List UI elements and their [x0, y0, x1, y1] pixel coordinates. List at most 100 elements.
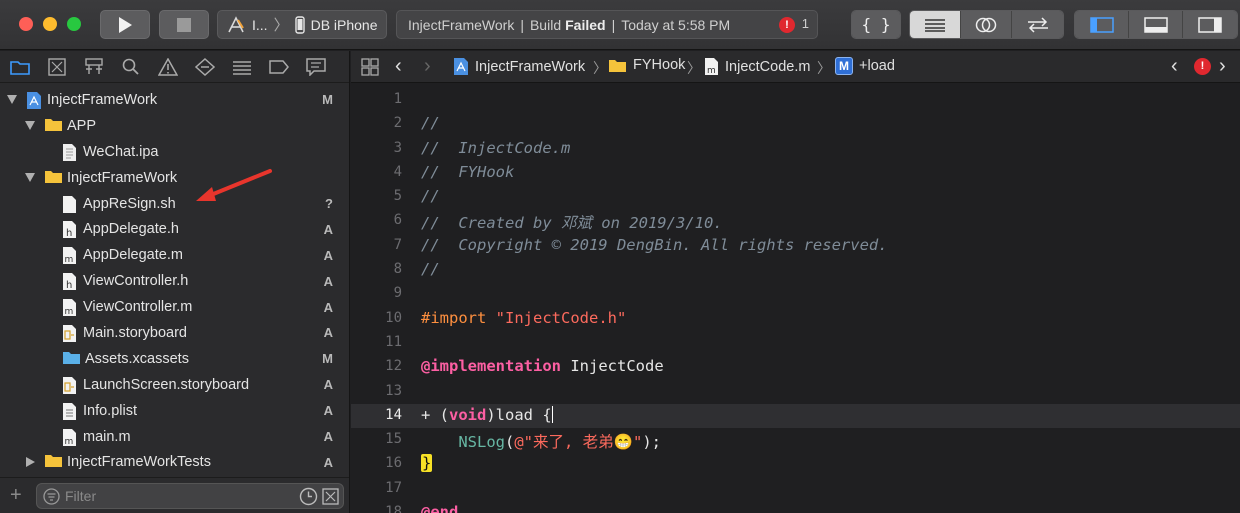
forward-icon[interactable]: ›	[424, 55, 431, 78]
inspector-toggle-button[interactable]	[1183, 11, 1237, 38]
library-button[interactable]: { }	[851, 10, 901, 39]
svg-text:m: m	[65, 255, 74, 265]
tree-row[interactable]: Info.plist A	[0, 398, 349, 424]
code-line: 3// InjectCode.m	[393, 138, 571, 157]
code-line: 17	[385, 479, 402, 496]
m-file-icon: m	[62, 428, 78, 447]
code-line: 10 #import "InjectCode.h"	[385, 308, 627, 327]
scm-status-badge: A	[323, 247, 333, 263]
tree-row[interactable]: m ViewController.m A	[0, 294, 349, 320]
tree-row[interactable]: LaunchScreen.storyboard A	[0, 372, 349, 398]
storyboard-icon	[62, 324, 78, 342]
chevron-right-icon: 〉	[687, 60, 701, 76]
standard-editor-button[interactable]	[910, 11, 961, 38]
scm-status-badge: M	[322, 92, 333, 108]
scm-status-badge: A	[323, 377, 333, 393]
source-editor: ‹ › InjectFrameWork 〉 FYHook 〉 m InjectC…	[351, 51, 1240, 513]
disclosure-triangle-icon[interactable]	[7, 95, 17, 105]
error-icon[interactable]: !	[779, 17, 795, 33]
disclosure-triangle-icon[interactable]	[25, 121, 35, 131]
jumpbar-method[interactable]: M +load	[835, 57, 895, 75]
tree-row-label: ViewController.h	[83, 273, 189, 290]
scm-status-badge: A	[323, 454, 333, 470]
xcode-app-icon	[228, 15, 244, 32]
source-control-filter-icon[interactable]	[322, 488, 339, 505]
report-navigator-tab[interactable]	[304, 57, 327, 77]
test-navigator-tab[interactable]	[193, 57, 216, 77]
tree-row[interactable]: m AppDelegate.m A	[0, 242, 349, 268]
previous-issue-icon[interactable]: ‹	[1171, 55, 1178, 78]
stop-icon	[177, 17, 191, 32]
svg-text:m: m	[707, 66, 716, 76]
filter-field	[36, 483, 344, 509]
code-area[interactable]: 1 2// 3// InjectCode.m 4// FYHook 5// 6/…	[351, 88, 1240, 513]
tree-row[interactable]: APP	[0, 113, 349, 139]
code-line: 8//	[393, 260, 440, 279]
tree-row[interactable]: Assets.xcassets M	[0, 346, 349, 372]
find-navigator-tab[interactable]	[119, 57, 142, 77]
jumpbar-file[interactable]: m InjectCode.m	[704, 57, 810, 76]
filter-input[interactable]	[65, 487, 285, 505]
tree-row[interactable]: AppReSign.sh?	[0, 191, 349, 217]
tree-row[interactable]: h AppDelegate.h A	[0, 216, 349, 242]
scheme-selector[interactable]: I... 〉 DB iPhone	[217, 10, 387, 39]
tree-row-label: AppDelegate.m	[83, 247, 183, 264]
breakpoint-icon	[268, 59, 289, 74]
tree-project-row[interactable]: InjectFrameWork M	[0, 87, 349, 113]
scm-status-badge: A	[323, 403, 333, 419]
issue-navigator-tab[interactable]	[156, 57, 179, 77]
folder-icon	[609, 59, 626, 72]
minimize-window-button[interactable]	[43, 17, 57, 31]
svg-text:h: h	[66, 228, 72, 239]
project-navigator-tab[interactable]	[8, 57, 31, 77]
activity-status-bar[interactable]: InjectFrameWork | Build Failed | Today a…	[396, 10, 818, 39]
jumpbar-project[interactable]: InjectFrameWork	[453, 57, 585, 76]
add-icon[interactable]: +	[10, 485, 22, 505]
version-editor-button[interactable]	[1012, 11, 1063, 38]
back-icon[interactable]: ‹	[395, 55, 402, 78]
code-line: 5//	[393, 187, 440, 206]
run-button[interactable]	[100, 10, 150, 39]
recent-files-icon[interactable]	[299, 487, 318, 506]
code-line: 2//	[393, 114, 440, 133]
tree-row[interactable]: WeChat.ipa	[0, 139, 349, 165]
plist-icon	[62, 402, 78, 420]
svg-text:m: m	[65, 307, 74, 317]
close-window-button[interactable]	[19, 17, 33, 31]
breakpoint-navigator-tab[interactable]	[267, 57, 290, 77]
tree-row-label: LaunchScreen.storyboard	[83, 376, 250, 393]
m-file-icon: m	[62, 298, 78, 317]
assistant-editor-button[interactable]	[961, 11, 1012, 38]
header-file-icon: h	[62, 272, 78, 291]
debug-toggle-button[interactable]	[1129, 11, 1183, 38]
gauge-icon	[232, 60, 251, 75]
zoom-window-button[interactable]	[67, 17, 81, 31]
current-code-line: 14 + (void)load {	[351, 403, 1240, 429]
braces-icon[interactable]: { }	[852, 11, 900, 38]
tree-row[interactable]: h ViewController.h A	[0, 268, 349, 294]
related-items-button[interactable]	[361, 58, 379, 76]
navigator-toggle-button[interactable]	[1075, 11, 1129, 38]
symbol-navigator-tab[interactable]	[82, 57, 105, 77]
jumpbar-group[interactable]: FYHook	[608, 57, 685, 73]
issue-error-icon[interactable]: !	[1194, 58, 1211, 75]
chevron-right-icon: 〉	[817, 60, 831, 76]
project-icon	[454, 58, 468, 75]
tree-row[interactable]: InjectFrameWork	[0, 165, 349, 191]
next-issue-icon[interactable]: ›	[1219, 55, 1226, 78]
disclosure-triangle-icon[interactable]	[25, 457, 35, 468]
hierarchy-icon	[84, 57, 103, 74]
tree-row[interactable]: Main.storyboard A	[0, 320, 349, 346]
tree-row[interactable]: m main.m A	[0, 424, 349, 450]
code-line: 12 @implementation InjectCode	[385, 357, 664, 376]
disclosure-triangle-icon[interactable]	[25, 173, 35, 183]
play-icon	[119, 16, 132, 33]
scm-status-badge: A	[323, 325, 333, 341]
stop-button[interactable]	[159, 10, 209, 39]
debug-navigator-tab[interactable]	[230, 57, 253, 77]
source-control-navigator-tab[interactable]	[45, 57, 68, 77]
status-build-label: Build	[529, 16, 562, 33]
chevron-right-icon: 〉	[593, 60, 607, 76]
speech-bubble-icon	[305, 57, 326, 76]
tree-row[interactable]: InjectFrameWorkTests A	[0, 449, 349, 475]
